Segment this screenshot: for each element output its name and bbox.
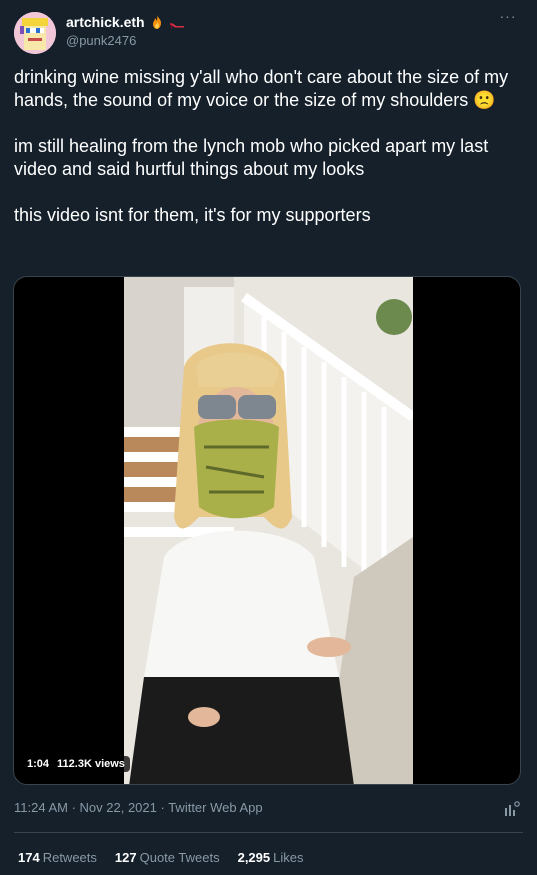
quote-tweets-label: Quote Tweets bbox=[139, 850, 220, 865]
tweet-text: drinking wine missing y'all who don't ca… bbox=[14, 66, 523, 250]
divider bbox=[14, 832, 523, 833]
fire-emoji-icon bbox=[149, 14, 165, 30]
video-player[interactable]: 1:04 112.3K views bbox=[13, 276, 521, 785]
likes-count: 2,295 bbox=[237, 850, 271, 865]
meta-separator-2: · bbox=[156, 800, 169, 815]
display-name[interactable]: artchick.eth bbox=[66, 14, 145, 30]
video-duration: 1:04 bbox=[27, 758, 50, 770]
high-heel-emoji-icon bbox=[169, 14, 185, 30]
tweet-detail: artchick.eth @punk2476 ··· drinking wine… bbox=[0, 0, 537, 875]
quote-tweets-count: 127 bbox=[114, 850, 137, 865]
tweet-time[interactable]: 11:24 AM bbox=[14, 800, 68, 815]
tweet-metadata: 11:24 AM · Nov 22, 2021 · Twitter Web Ap… bbox=[14, 800, 263, 815]
likes-label: Likes bbox=[273, 850, 304, 865]
tweet-date[interactable]: Nov 22, 2021 bbox=[80, 800, 157, 815]
tweet-paragraph-1: drinking wine missing y'all who don't ca… bbox=[14, 67, 509, 110]
video-duration-badge: 1:04 112.3K views bbox=[22, 756, 130, 772]
analytics-icon[interactable] bbox=[503, 800, 521, 818]
engagement-stats: 174 Retweets 127 Quote Tweets 2,295 Likes bbox=[18, 850, 304, 865]
tweet-paragraph-2: im still healing from the lynch mob who … bbox=[14, 136, 489, 179]
meta-separator: · bbox=[67, 800, 80, 815]
retweets-stat[interactable]: 174 Retweets bbox=[18, 850, 97, 865]
user-handle[interactable]: @punk2476 bbox=[66, 33, 185, 48]
quote-tweets-stat[interactable]: 127 Quote Tweets bbox=[115, 850, 220, 865]
likes-stat[interactable]: 2,295 Likes bbox=[238, 850, 304, 865]
more-options-icon[interactable]: ··· bbox=[495, 8, 521, 30]
avatar-image bbox=[14, 12, 56, 54]
avatar[interactable] bbox=[14, 12, 56, 54]
video-thumbnail[interactable] bbox=[124, 277, 413, 785]
video-views: 112.3K views bbox=[57, 758, 125, 770]
tweet-header: artchick.eth @punk2476 ··· bbox=[14, 8, 523, 56]
tweet-source[interactable]: Twitter Web App bbox=[168, 800, 262, 815]
retweets-label: Retweets bbox=[42, 850, 97, 865]
tweet-paragraph-3: this video isnt for them, it's for my su… bbox=[14, 205, 371, 225]
user-info: artchick.eth @punk2476 bbox=[66, 13, 185, 48]
retweets-count: 174 bbox=[18, 850, 40, 865]
